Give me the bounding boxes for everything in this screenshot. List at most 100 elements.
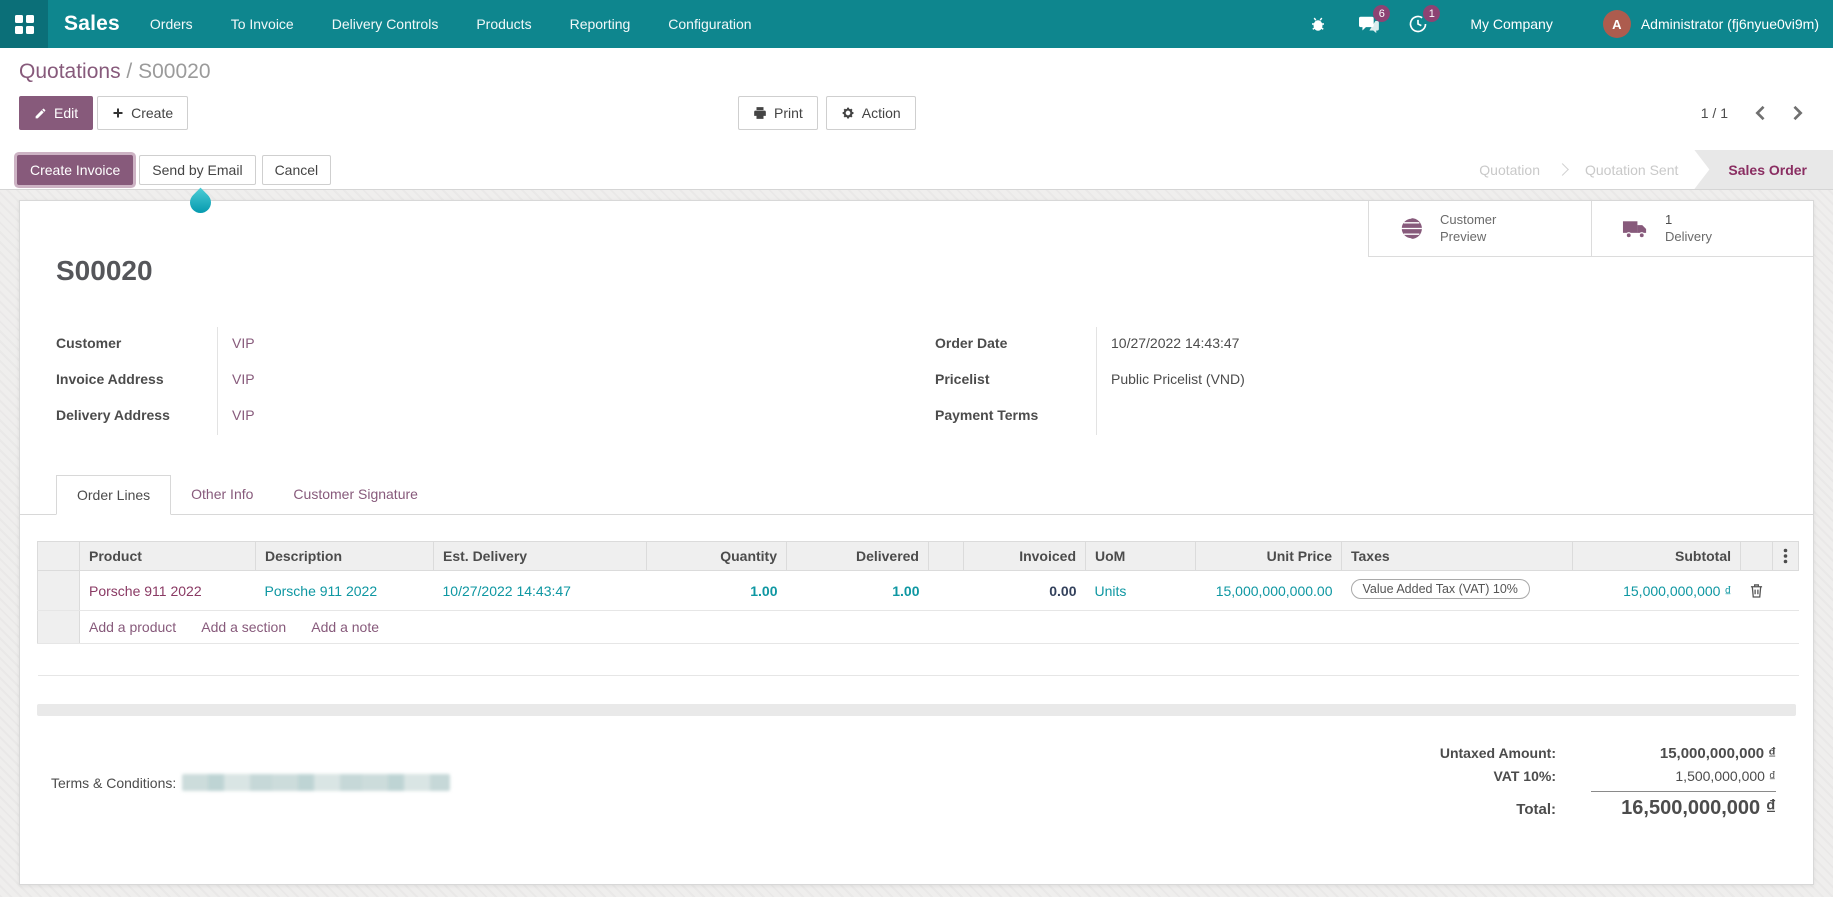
activities-clock-icon[interactable]: 1 (1406, 12, 1430, 36)
menu-configuration[interactable]: Configuration (668, 16, 751, 32)
stage-quotation[interactable]: Quotation (1463, 162, 1556, 178)
order-line-row[interactable]: Porsche 911 2022 Porsche 911 2022 10/27/… (38, 571, 1799, 611)
pager-previous-icon[interactable] (1754, 105, 1766, 121)
cell-unit-price[interactable]: 15,000,000,000.00 (1196, 571, 1342, 611)
menu-orders[interactable]: Orders (150, 16, 193, 32)
messages-count-badge: 6 (1373, 5, 1390, 22)
company-switcher[interactable]: My Company (1470, 16, 1552, 32)
tab-customer-signature[interactable]: Customer Signature (273, 475, 438, 515)
cell-subtotal[interactable]: 15,000,000,000 ₫ (1573, 571, 1741, 611)
breadcrumb-quotations[interactable]: Quotations (19, 60, 121, 83)
form-statusbar: Create Invoice Send by Email Cancel Quot… (0, 150, 1833, 190)
add-a-note-link[interactable]: Add a note (311, 619, 379, 635)
user-menu[interactable]: A Administrator (fj6nyue0vi9m) (1603, 10, 1819, 38)
pager-value: 1 / 1 (1701, 105, 1728, 121)
pager-next-icon[interactable] (1792, 105, 1804, 121)
menu-reporting[interactable]: Reporting (570, 16, 631, 32)
globe-icon (1399, 216, 1424, 241)
col-uom[interactable]: UoM (1086, 542, 1196, 571)
action-button[interactable]: Action (826, 96, 916, 130)
delivery-address-value[interactable]: VIP (217, 399, 935, 435)
create-invoice-button[interactable]: Create Invoice (17, 155, 133, 185)
avatar: A (1603, 10, 1631, 38)
table-horizontal-scrollbar[interactable] (37, 704, 1796, 716)
send-by-email-button[interactable]: Send by Email (139, 155, 255, 185)
cell-description[interactable]: Porsche 911 2022 (256, 571, 434, 611)
stage-quotation-sent[interactable]: Quotation Sent (1569, 162, 1694, 178)
col-invoiced[interactable]: Invoiced (964, 542, 1086, 571)
invoice-address-value[interactable]: VIP (217, 363, 935, 399)
customer-preview-smart-button[interactable]: Customer Preview (1369, 201, 1591, 256)
delivery-count: 1 (1665, 212, 1672, 227)
terms-link-redacted[interactable] (182, 774, 450, 791)
handle-column-header (38, 542, 80, 571)
cell-trash[interactable] (1741, 571, 1773, 611)
customer-preview-label-2: Preview (1440, 229, 1486, 244)
cell-invoiced[interactable]: 0.00 (964, 571, 1086, 611)
cancel-button[interactable]: Cancel (262, 155, 332, 185)
notebook-tabs: Order Lines Other Info Customer Signatur… (20, 475, 1813, 515)
add-a-product-link[interactable]: Add a product (89, 619, 176, 635)
cell-taxes[interactable]: Value Added Tax (VAT) 10% (1342, 571, 1573, 611)
customer-label: Customer (56, 327, 217, 363)
cell-uom[interactable]: Units (1086, 571, 1196, 611)
gear-icon (841, 106, 855, 120)
user-name: Administrator (fj6nyue0vi9m) (1641, 16, 1819, 32)
cell-delivered[interactable]: 1.00 (787, 571, 929, 611)
create-button[interactable]: Create (97, 96, 188, 130)
delivery-smart-button[interactable]: 1 Delivery (1591, 201, 1813, 256)
untaxed-amount-value: 15,000,000,000 ₫ (1586, 745, 1776, 762)
cell-est-delivery[interactable]: 10/27/2022 14:43:47 (434, 571, 647, 611)
tab-order-lines[interactable]: Order Lines (56, 475, 171, 515)
pricelist-label: Pricelist (935, 363, 1096, 399)
dots-vertical-icon (1783, 548, 1788, 564)
breadcrumb-current: S00020 (138, 60, 210, 83)
col-est-delivery[interactable]: Est. Delivery (434, 542, 647, 571)
menu-to-invoice[interactable]: To Invoice (231, 16, 294, 32)
add-a-section-link[interactable]: Add a section (201, 619, 286, 635)
col-delivered[interactable]: Delivered (787, 542, 929, 571)
col-spacer (929, 542, 964, 571)
main-menu: Orders To Invoice Delivery Controls Prod… (150, 16, 752, 32)
terms-and-conditions-label: Terms & Conditions: (51, 775, 176, 791)
optional-columns-toggle[interactable] (1773, 542, 1799, 571)
trash-icon (1750, 583, 1763, 598)
smart-buttons: Customer Preview 1 Delivery (1368, 201, 1813, 257)
debug-bug-icon[interactable] (1306, 12, 1330, 36)
app-title[interactable]: Sales (64, 12, 120, 36)
top-navbar: Sales Orders To Invoice Delivery Control… (0, 0, 1833, 48)
vat-value: 1,500,000,000 ₫ (1586, 768, 1776, 784)
edit-button[interactable]: Edit (19, 96, 93, 130)
print-icon (753, 106, 767, 120)
messages-icon[interactable]: 6 (1356, 12, 1380, 36)
col-unit-price[interactable]: Unit Price (1196, 542, 1342, 571)
col-description[interactable]: Description (256, 542, 434, 571)
col-quantity[interactable]: Quantity (647, 542, 787, 571)
customer-value[interactable]: VIP (217, 327, 935, 363)
menu-products[interactable]: Products (476, 16, 531, 32)
tab-other-info[interactable]: Other Info (171, 475, 273, 515)
cell-spacer (929, 571, 964, 611)
menu-delivery-controls[interactable]: Delivery Controls (332, 16, 439, 32)
print-button[interactable]: Print (738, 96, 818, 130)
col-subtotal[interactable]: Subtotal (1573, 542, 1741, 571)
apps-menu-button[interactable] (0, 0, 48, 48)
stage-sales-order-active[interactable]: Sales Order (1694, 150, 1833, 189)
row-handle[interactable] (38, 571, 80, 611)
vat-label: VAT 10%: (1494, 768, 1557, 784)
cell-quantity[interactable]: 1.00 (647, 571, 787, 611)
delivery-address-label: Delivery Address (56, 399, 217, 435)
cell-product[interactable]: Porsche 911 2022 (80, 571, 256, 611)
order-date-value: 10/27/2022 14:43:47 (1096, 327, 1777, 363)
order-lines-table: Product Description Est. Delivery Quanti… (37, 541, 1799, 676)
action-button-label: Action (862, 105, 901, 121)
empty-row (38, 644, 1799, 676)
order-date-label: Order Date (935, 327, 1096, 363)
delivery-label: Delivery (1665, 229, 1712, 244)
totals-separator (1591, 791, 1776, 792)
col-product[interactable]: Product (80, 542, 256, 571)
col-taxes[interactable]: Taxes (1342, 542, 1573, 571)
tax-pill[interactable]: Value Added Tax (VAT) 10% (1351, 579, 1530, 599)
edit-button-label: Edit (54, 105, 78, 121)
field-groups: Customer VIP Invoice Address VIP Deliver… (20, 327, 1813, 435)
